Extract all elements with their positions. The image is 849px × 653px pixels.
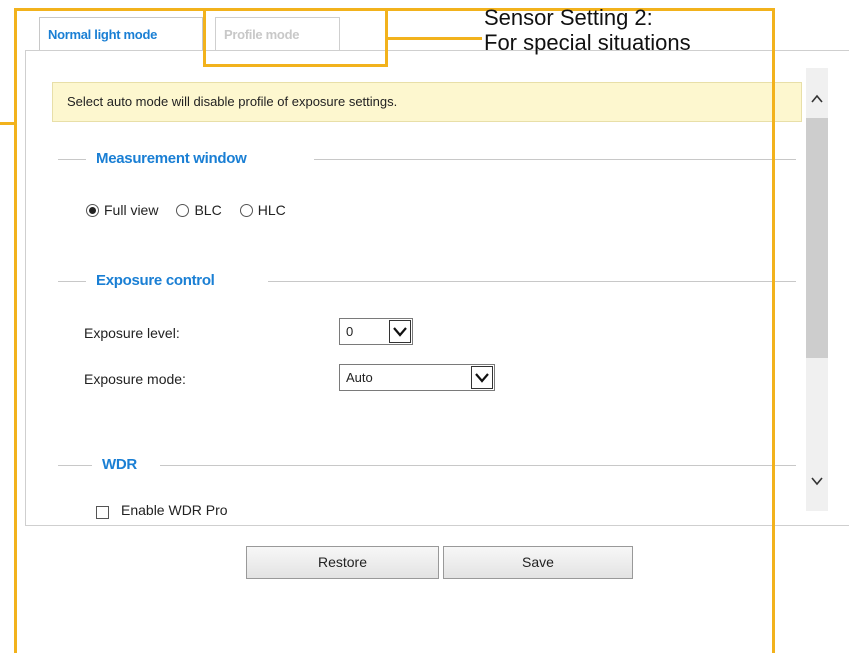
checkbox[interactable] — [96, 506, 109, 519]
notice-banner: Select auto mode will disable profile of… — [52, 82, 802, 122]
exposure-mode-select[interactable]: Auto — [339, 364, 495, 391]
annotation-line-1: Sensor Setting 2: — [484, 5, 653, 30]
enable-wdr-row[interactable]: Enable WDR Pro — [96, 502, 228, 524]
checkbox-label: Enable WDR Pro — [121, 502, 228, 518]
section-title-measurement: Measurement window — [86, 150, 257, 167]
exposure-level-select[interactable]: 0 — [339, 318, 413, 345]
annotation-profile-box — [203, 64, 388, 67]
radio-label: HLC — [257, 202, 286, 218]
radio-label: Full view — [104, 202, 159, 218]
scroll-up-icon[interactable] — [806, 88, 828, 110]
radio-blc[interactable]: BLC — [176, 202, 222, 218]
select-value: Auto — [346, 370, 373, 385]
restore-button[interactable]: Restore — [246, 546, 439, 579]
radio-hlc[interactable]: HLC — [239, 202, 286, 218]
section-title-wdr: WDR — [92, 456, 147, 473]
radio-checked-icon[interactable] — [86, 203, 99, 217]
select-value: 0 — [346, 324, 354, 339]
annotation-frame-right — [772, 8, 775, 653]
radio-unchecked-icon[interactable] — [176, 203, 190, 217]
exposure-mode-label: Exposure mode: — [84, 371, 186, 387]
chevron-down-icon[interactable] — [389, 320, 411, 343]
annotation-callout-line — [388, 37, 482, 40]
radio-full-view[interactable]: Full view — [86, 202, 158, 218]
section-divider — [58, 281, 86, 282]
annotation-profile-box — [203, 8, 206, 67]
annotation-text: Sensor Setting 2: For special situations — [484, 5, 691, 55]
chevron-down-icon[interactable] — [471, 366, 493, 389]
section-divider — [314, 159, 796, 160]
measurement-radio-group: Full view BLC HLC — [86, 200, 304, 220]
scroll-down-icon[interactable] — [806, 470, 828, 492]
annotation-frame-left — [14, 8, 17, 653]
section-divider — [160, 465, 796, 466]
section-divider — [58, 159, 86, 160]
tab-profile-mode[interactable]: Profile mode — [215, 17, 340, 50]
section-title-exposure: Exposure control — [86, 272, 225, 289]
annotation-line-2: For special situations — [484, 30, 691, 55]
save-button[interactable]: Save — [443, 546, 633, 579]
tab-normal-light-mode[interactable]: Normal light mode — [39, 17, 203, 50]
section-divider — [268, 281, 796, 282]
radio-label: BLC — [194, 202, 222, 218]
section-divider — [58, 465, 92, 466]
exposure-level-label: Exposure level: — [84, 325, 180, 341]
radio-unchecked-icon[interactable] — [239, 203, 253, 217]
scrollbar-thumb[interactable] — [806, 118, 828, 358]
